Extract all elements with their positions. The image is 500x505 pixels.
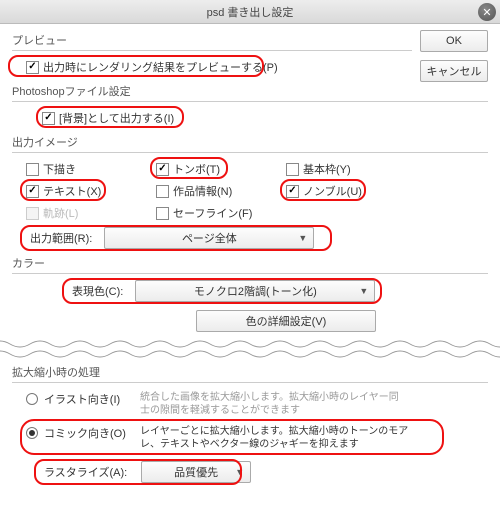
window-title: psd 書き出し設定 — [0, 4, 500, 20]
color-group-title: カラー — [12, 255, 488, 271]
chevron-down-icon: ▼ — [235, 467, 244, 477]
zoom-group-title: 拡大縮小時の処理 — [12, 364, 488, 380]
output-range-dropdown[interactable]: ページ全体 ▼ — [104, 227, 314, 249]
workinfo-label: 作品情報(N) — [173, 183, 232, 199]
preview-on-output-checkbox[interactable] — [26, 61, 39, 74]
snip-divider — [0, 338, 500, 360]
comic-radio[interactable] — [26, 427, 38, 439]
expression-color-label: 表現色(C): — [68, 280, 127, 302]
workinfo-checkbox[interactable] — [156, 185, 169, 198]
comic-desc: レイヤーごとに拡大縮小します。拡大縮小時のトーンのモアレ、テキストやベクター線の… — [140, 425, 420, 451]
text-label: テキスト(X) — [43, 183, 101, 199]
tonbo-label: トンボ(T) — [173, 161, 220, 177]
rasterize-value: 品質優先 — [174, 464, 218, 480]
nombre-checkbox[interactable] — [286, 185, 299, 198]
illust-radio[interactable] — [26, 393, 38, 405]
comic-radio-label: コミック向き(O) — [44, 425, 134, 441]
basicframe-label: 基本枠(Y) — [303, 161, 351, 177]
track-checkbox — [26, 207, 39, 220]
illust-radio-label: イラスト向き(I) — [44, 391, 134, 407]
rasterize-dropdown[interactable]: 品質優先 ▼ — [141, 461, 251, 483]
nombre-label: ノンブル(U) — [303, 183, 362, 199]
expression-color-value: モノクロ2階調(トーン化) — [194, 283, 317, 299]
illust-desc: 統合した画像を拡大縮小します。拡大縮小時のレイヤー同士の隙間を軽減することができ… — [140, 391, 400, 417]
preview-on-output-label: 出力時にレンダリング結果をプレビューする(P) — [43, 59, 278, 75]
text-checkbox[interactable] — [26, 185, 39, 198]
expression-color-dropdown[interactable]: モノクロ2階調(トーン化) ▼ — [135, 280, 375, 302]
psfile-group-title: Photoshopファイル設定 — [12, 83, 488, 99]
image-group-title: 出力イメージ — [12, 134, 488, 150]
close-icon[interactable]: ✕ — [478, 3, 496, 21]
safeline-checkbox[interactable] — [156, 207, 169, 220]
cancel-button[interactable]: キャンセル — [420, 60, 488, 82]
draft-label: 下描き — [43, 161, 76, 177]
output-as-background-checkbox[interactable] — [42, 112, 55, 125]
chevron-down-icon: ▼ — [359, 286, 368, 296]
preview-group-title: プレビュー — [12, 32, 412, 48]
basicframe-checkbox[interactable] — [286, 163, 299, 176]
color-detail-button[interactable]: 色の詳細設定(V) — [196, 310, 376, 332]
rasterize-label: ラスタライズ(A): — [40, 461, 131, 483]
draft-checkbox[interactable] — [26, 163, 39, 176]
track-label: 軌跡(L) — [43, 205, 78, 221]
chevron-down-icon: ▼ — [298, 233, 307, 243]
safeline-label: セーフライン(F) — [173, 205, 252, 221]
output-as-background-label: [背景]として出力する(I) — [59, 110, 174, 126]
tonbo-checkbox[interactable] — [156, 163, 169, 176]
output-range-value: ページ全体 — [182, 230, 237, 246]
output-range-label: 出力範囲(R): — [26, 227, 96, 249]
ok-button[interactable]: OK — [420, 30, 488, 52]
